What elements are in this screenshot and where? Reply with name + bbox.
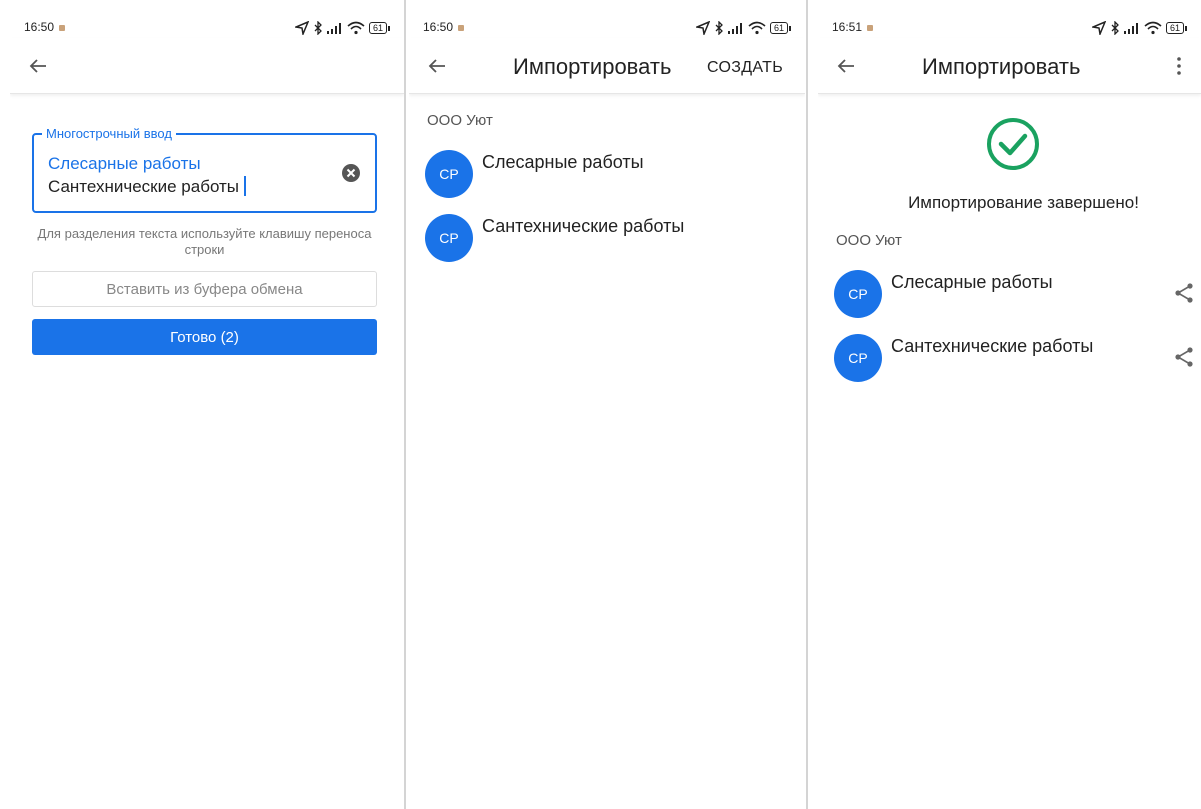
avatar: СР bbox=[834, 334, 882, 382]
app-bar: Импортировать СОЗДАТЬ bbox=[409, 38, 805, 94]
list-item[interactable]: СР Слесарные работы bbox=[425, 150, 805, 198]
list-item-label: Слесарные работы bbox=[891, 272, 1053, 292]
location-icon bbox=[1091, 21, 1106, 35]
signal-icon bbox=[326, 23, 341, 34]
bluetooth-icon bbox=[715, 21, 723, 35]
status-bar: 16:50 61 bbox=[421, 18, 791, 38]
status-bar: 16:51 61 bbox=[830, 18, 1187, 38]
app-bar: Импортировать bbox=[818, 38, 1201, 94]
input-line-1[interactable]: Слесарные работы bbox=[48, 154, 201, 174]
create-button[interactable]: СОЗДАТЬ bbox=[707, 59, 783, 77]
status-time: 16:51 bbox=[832, 20, 874, 34]
input-hint: Для разделения текста используйте клавиш… bbox=[37, 226, 372, 257]
screen-divider bbox=[404, 0, 406, 809]
avatar: СР bbox=[834, 270, 882, 318]
wifi-icon bbox=[1144, 21, 1162, 35]
wifi-icon bbox=[347, 21, 365, 35]
share-icon[interactable] bbox=[1173, 282, 1195, 304]
list-item[interactable]: СР Слесарные работы bbox=[834, 270, 1201, 318]
import-complete-message: Импортирование завершено! bbox=[908, 193, 1139, 212]
paste-from-clipboard-button[interactable]: Вставить из буфера обмена bbox=[32, 271, 377, 307]
list-item-label: Сантехнические работы bbox=[891, 336, 1094, 356]
status-time: 16:50 bbox=[423, 20, 465, 34]
location-icon bbox=[695, 21, 710, 35]
battery-icon: 61 bbox=[769, 22, 791, 34]
field-label: Многострочный ввод bbox=[42, 126, 176, 141]
status-time: 16:50 bbox=[24, 20, 66, 34]
wifi-icon bbox=[748, 21, 766, 35]
avatar: СР bbox=[425, 214, 473, 262]
back-arrow-icon[interactable] bbox=[26, 54, 50, 78]
app-bar bbox=[10, 38, 404, 94]
signal-icon bbox=[1123, 23, 1138, 34]
input-line-2[interactable]: Сантехнические работы bbox=[48, 176, 247, 197]
list-item-label: Слесарные работы bbox=[482, 152, 644, 172]
page-title: Импортировать bbox=[513, 54, 672, 79]
screen-divider bbox=[806, 0, 808, 809]
screen-multiline-input: 16:50 61 Многострочный ввод Слесарные ра… bbox=[10, 0, 404, 809]
list-item-label: Сантехнические работы bbox=[482, 216, 685, 236]
back-arrow-icon[interactable] bbox=[834, 54, 858, 78]
text-cursor bbox=[244, 176, 247, 196]
status-bar: 16:50 61 bbox=[22, 18, 390, 38]
battery-icon: 61 bbox=[1165, 22, 1187, 34]
bluetooth-icon bbox=[314, 21, 322, 35]
clear-icon[interactable] bbox=[341, 163, 361, 183]
list-item[interactable]: СР Сантехнические работы bbox=[425, 214, 805, 262]
page-title: Импортировать bbox=[922, 54, 1081, 79]
bluetooth-icon bbox=[1111, 21, 1119, 35]
done-button[interactable]: Готово (2) bbox=[32, 319, 377, 355]
screen-import-complete: 16:51 61 Импортировать Импортирование за… bbox=[818, 0, 1201, 809]
check-circle-icon bbox=[987, 118, 1039, 170]
share-icon[interactable] bbox=[1173, 346, 1195, 368]
back-arrow-icon[interactable] bbox=[425, 54, 449, 78]
section-header: ООО Уют bbox=[836, 232, 902, 249]
multiline-input-field[interactable]: Многострочный ввод Слесарные работы Сант… bbox=[32, 126, 377, 213]
section-header: ООО Уют bbox=[427, 112, 493, 129]
avatar: СР bbox=[425, 150, 473, 198]
more-vert-icon[interactable] bbox=[1171, 56, 1187, 76]
location-icon bbox=[294, 21, 309, 35]
list-item[interactable]: СР Сантехнические работы bbox=[834, 334, 1201, 382]
battery-icon: 61 bbox=[368, 22, 390, 34]
signal-icon bbox=[727, 23, 742, 34]
screen-import-preview: 16:50 61 Импортировать СОЗДАТЬ ООО Уют С… bbox=[409, 0, 805, 809]
